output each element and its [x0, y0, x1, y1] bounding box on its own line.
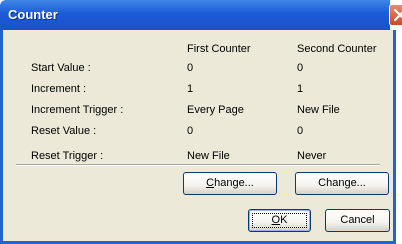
increment-label: Increment : — [31, 83, 87, 95]
reset-value-first: 0 — [187, 125, 194, 137]
reset-value-second: 0 — [297, 125, 304, 137]
cancel-button[interactable]: Cancel — [325, 209, 390, 232]
reset-trigger-second: Never — [297, 150, 327, 162]
reset-trigger-first: New File — [187, 150, 230, 162]
title-bar[interactable]: Counter — [0, 0, 390, 30]
start-value-second: 0 — [297, 62, 304, 74]
window-title: Counter — [8, 7, 58, 22]
close-icon — [393, 8, 402, 22]
reset-trigger-label: Reset Trigger : — [31, 150, 104, 162]
close-button[interactable] — [389, 4, 402, 26]
increment-trigger-label: Increment Trigger : — [31, 104, 124, 116]
change-first-counter-button[interactable]: Change... — [183, 172, 277, 195]
counter-dialog: Counter First Counter Second Counter Sta… — [0, 0, 402, 244]
increment-trigger-first: Every Page — [187, 104, 244, 116]
change-second-label-pre: Chan — [318, 177, 345, 189]
second-counter-header: Second Counter — [297, 43, 377, 55]
change-second-counter-button[interactable]: Change... — [295, 172, 389, 195]
start-value-label: Start Value : — [31, 62, 91, 74]
increment-first: 1 — [187, 83, 194, 95]
change-first-label: hange... — [214, 177, 254, 189]
increment-trigger-second: New File — [297, 104, 340, 116]
start-value-first: 0 — [187, 62, 194, 74]
reset-value-label: Reset Value : — [31, 125, 97, 137]
focus-rectangle — [252, 213, 307, 228]
increment-second: 1 — [297, 83, 304, 95]
change-second-label-rest: e... — [350, 177, 366, 189]
change-first-mnemonic: C — [206, 177, 215, 189]
first-counter-header: First Counter — [187, 43, 251, 55]
ok-button[interactable]: OK — [248, 209, 311, 232]
separator-highlight — [16, 165, 380, 166]
